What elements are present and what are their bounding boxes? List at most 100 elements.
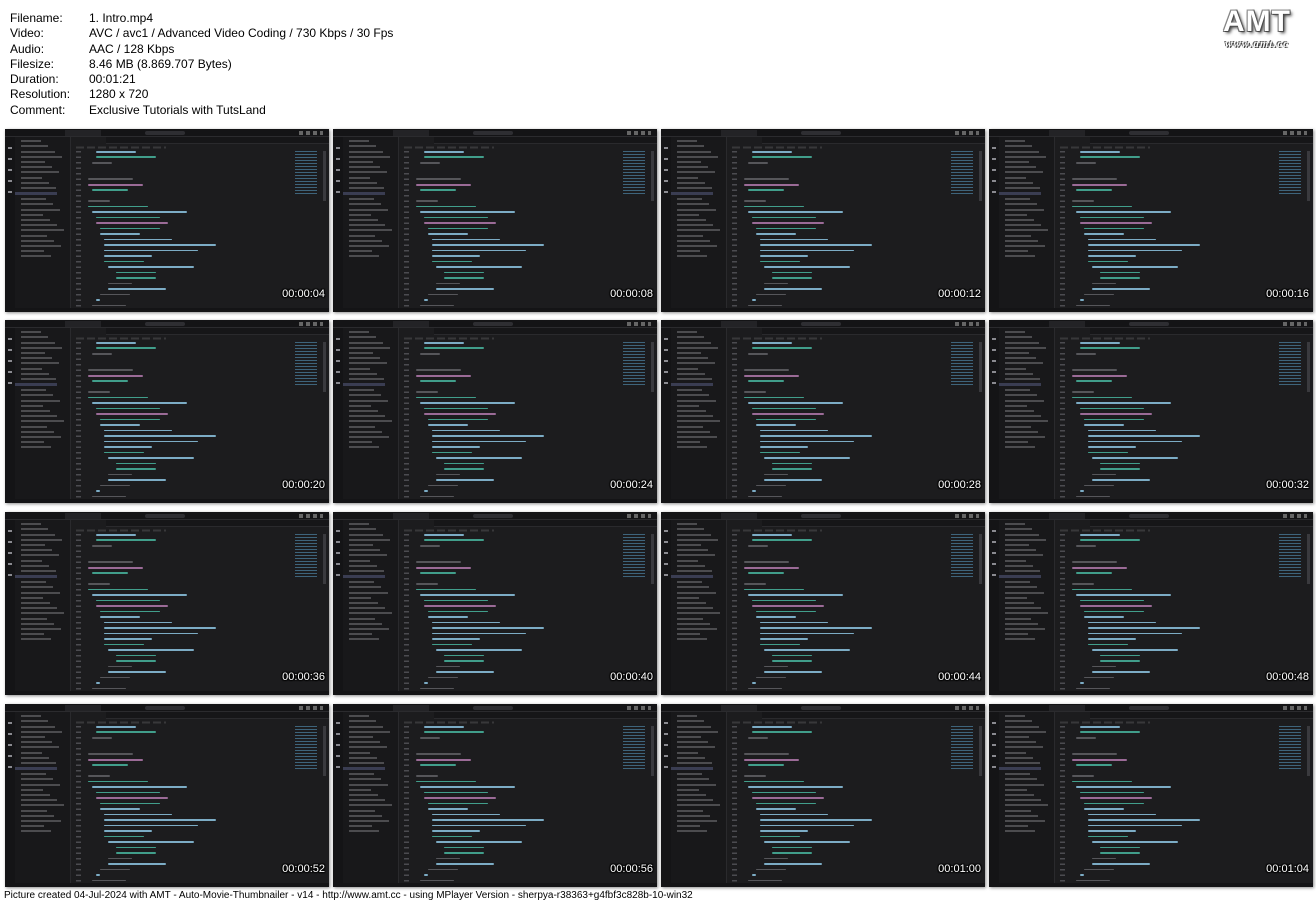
explorer-item — [349, 341, 383, 344]
thumbnail-timestamp: 00:00:44 — [938, 671, 981, 683]
explorer-item — [349, 160, 373, 163]
code-line — [424, 539, 484, 542]
code-line — [1080, 156, 1140, 159]
code-line — [748, 786, 843, 788]
ide-status-bar — [333, 691, 657, 695]
explorer-item — [1005, 244, 1045, 247]
editor-tabs — [72, 712, 329, 719]
code-line — [1072, 561, 1117, 564]
code-line — [92, 352, 112, 355]
explorer-item — [349, 735, 373, 738]
code-line — [744, 205, 804, 208]
line-numbers — [728, 151, 740, 312]
code-line — [424, 342, 464, 344]
code-line — [744, 369, 789, 372]
code-line — [744, 200, 766, 202]
code-line — [1080, 222, 1152, 224]
editor-minimap — [1279, 151, 1301, 195]
code-line — [96, 222, 168, 224]
ide-editor — [400, 712, 657, 887]
code-line — [764, 473, 788, 476]
code-line — [108, 282, 132, 285]
explorer-item — [1005, 357, 1036, 360]
code-line — [748, 352, 768, 355]
explorer-item — [677, 446, 707, 449]
explorer-item — [21, 224, 57, 227]
explorer-item — [21, 362, 59, 365]
code-line — [424, 605, 496, 607]
video-thumbnail: 00:00:24 — [333, 320, 657, 503]
code-line — [104, 451, 144, 454]
explorer-item — [21, 244, 61, 247]
explorer-item — [677, 244, 717, 247]
code-line — [756, 227, 816, 230]
editor-tabs — [1056, 520, 1313, 527]
editor-minimap — [295, 726, 317, 770]
explorer-item — [677, 830, 707, 833]
code-line — [752, 797, 824, 799]
line-numbers — [72, 342, 84, 503]
code-line — [88, 583, 110, 585]
explorer-item — [677, 250, 700, 253]
explorer-item — [21, 720, 48, 723]
code-line — [760, 446, 808, 448]
explorer-item — [1005, 591, 1044, 594]
code-line — [1076, 736, 1096, 739]
editor-breadcrumb — [732, 337, 822, 340]
explorer-item — [1005, 569, 1040, 572]
explorer-item — [677, 778, 709, 781]
explorer-item — [349, 751, 370, 754]
explorer-item — [1005, 155, 1046, 158]
window-controls — [955, 514, 979, 518]
explorer-item — [677, 617, 703, 620]
explorer-item — [349, 219, 378, 221]
explorer-item — [1005, 229, 1048, 232]
explorer-item — [21, 203, 53, 206]
video-thumbnail: 00:00:44 — [661, 512, 985, 695]
code-line — [116, 277, 156, 279]
explorer-item — [1005, 814, 1038, 817]
code-line — [108, 863, 166, 865]
explorer-item — [677, 602, 706, 604]
explorer-item — [349, 730, 390, 733]
explorer-item — [21, 746, 59, 749]
code-line — [760, 824, 854, 827]
explorer-item — [1005, 773, 1030, 776]
explorer-item — [349, 346, 390, 349]
explorer-item — [349, 596, 371, 599]
explorer-item — [349, 773, 374, 776]
line-numbers — [72, 151, 84, 312]
code-line — [752, 791, 816, 794]
code-line — [752, 413, 824, 415]
explorer-item — [21, 341, 55, 344]
explorer-item — [21, 377, 56, 380]
code-line — [1088, 249, 1182, 252]
code-line — [752, 222, 824, 224]
window-controls — [955, 322, 979, 326]
explorer-item — [677, 346, 718, 349]
editor-tabs — [1056, 137, 1313, 144]
explorer-item — [21, 410, 50, 412]
editor-scrollbar — [651, 726, 654, 776]
line-numbers — [72, 726, 84, 887]
code-line — [1080, 342, 1120, 344]
code-line — [108, 457, 194, 459]
explorer-item — [1005, 528, 1032, 531]
editor-minimap — [1279, 342, 1301, 386]
code-line — [100, 610, 160, 613]
explorer-item — [1005, 171, 1043, 174]
ide-explorer-panel — [343, 328, 399, 503]
code-line — [748, 544, 768, 547]
code-line — [760, 813, 828, 816]
explorer-item — [349, 446, 379, 449]
ide-editor — [728, 712, 985, 887]
explorer-item — [1005, 543, 1029, 546]
editor-tab — [72, 520, 106, 527]
ide-status-bar — [333, 308, 657, 312]
